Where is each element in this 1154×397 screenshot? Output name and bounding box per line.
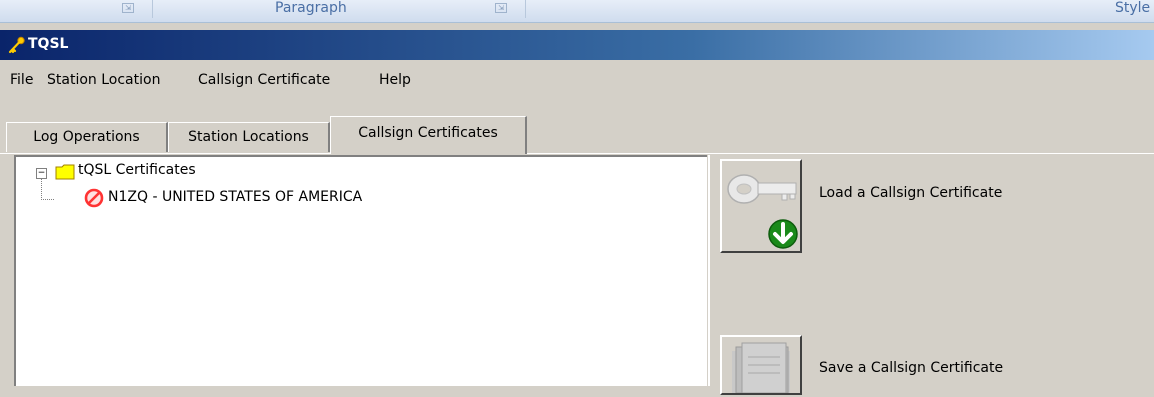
menu-bar: File Station Location Callsign Certifica…: [0, 60, 1154, 98]
load-certificate-button[interactable]: [720, 159, 802, 253]
ribbon-launcher-icon[interactable]: ⇲: [495, 3, 507, 13]
certificate-tree[interactable]: − tQSL Certificates N1ZQ - UNITED STATES…: [14, 155, 707, 386]
menu-file[interactable]: File: [10, 72, 33, 88]
invalid-certificate-icon: [84, 188, 104, 208]
tab-station-locations[interactable]: Station Locations: [168, 122, 330, 152]
ribbon-separator: [525, 0, 526, 18]
tab-strip: Log Operations Station Locations Callsig…: [0, 112, 1154, 154]
certificate-actions: Load a Callsign Certificate Save a Calls…: [708, 155, 1154, 395]
window-title: TQSL: [28, 36, 69, 52]
tree-certificate-item[interactable]: N1ZQ - UNITED STATES OF AMERICA: [108, 189, 362, 205]
tab-panel-border: [0, 153, 1154, 154]
tree-connector: [41, 179, 54, 200]
window-titlebar[interactable]: TQSL: [0, 30, 1154, 60]
menu-help[interactable]: Help: [379, 72, 411, 88]
save-certificate-icon: [732, 342, 790, 394]
key-icon: [8, 36, 25, 54]
tab-callsign-certificates[interactable]: Callsign Certificates: [330, 116, 527, 154]
tab-log-operations[interactable]: Log Operations: [6, 122, 168, 152]
ribbon-group-style: Style: [1115, 0, 1151, 16]
tree-collapse-toggle[interactable]: −: [36, 168, 47, 179]
key-download-icon: [727, 174, 798, 249]
ribbon-group-paragraph: Paragraph: [275, 0, 347, 16]
background-ribbon: ⇲ Paragraph ⇲ Style: [0, 0, 1154, 23]
tree-root-label[interactable]: tQSL Certificates: [78, 162, 196, 178]
menu-callsign-certificate[interactable]: Callsign Certificate: [198, 72, 330, 88]
ribbon-launcher-icon[interactable]: ⇲: [122, 3, 134, 13]
save-certificate-label[interactable]: Save a Callsign Certificate: [819, 360, 1003, 376]
ribbon-separator: [152, 0, 153, 18]
save-certificate-button[interactable]: [720, 335, 802, 395]
folder-icon: [55, 164, 75, 180]
load-certificate-label[interactable]: Load a Callsign Certificate: [819, 185, 1002, 201]
menu-station-location[interactable]: Station Location: [47, 72, 160, 88]
